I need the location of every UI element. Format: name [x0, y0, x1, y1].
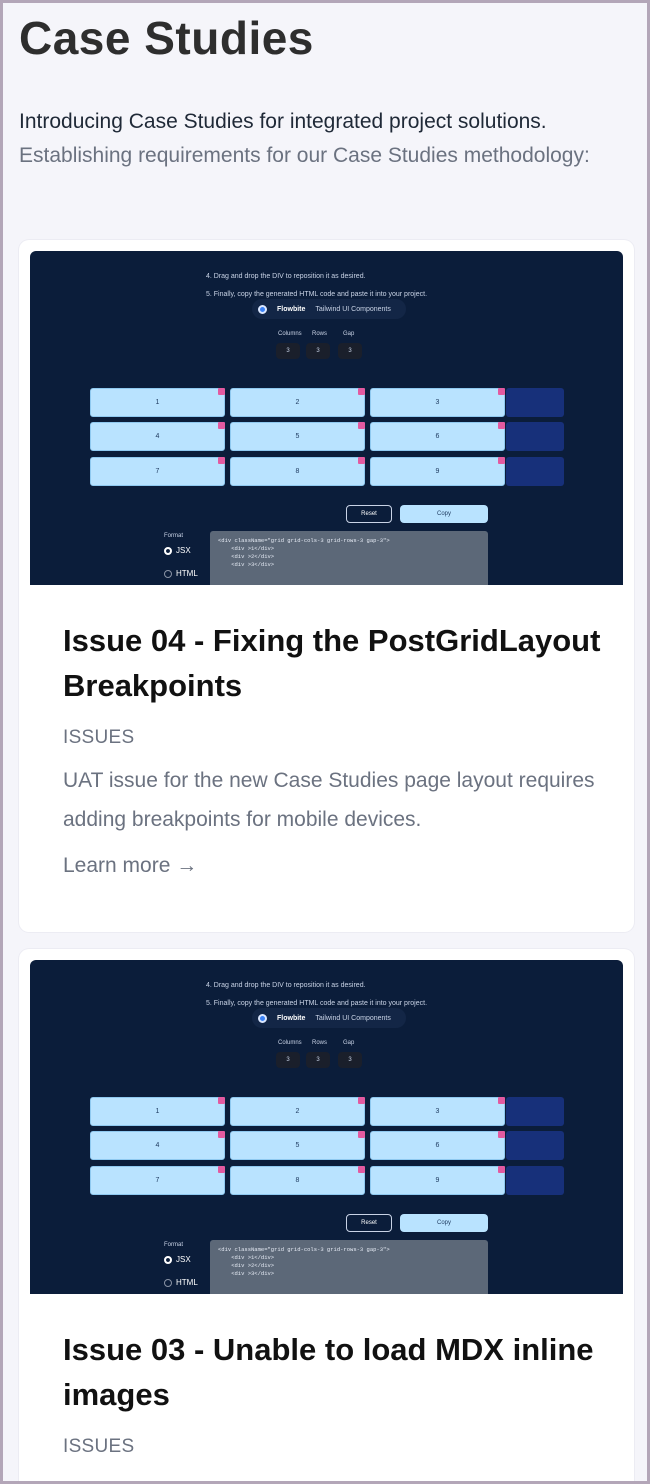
format-jsx-radio: JSX [164, 1255, 191, 1264]
grid-cell: 7 [90, 457, 225, 486]
gap-value: 3 [338, 343, 362, 359]
thumbnail-toggle: Flowbite Tailwind UI Components [252, 1008, 406, 1028]
toggle-alt-label: Tailwind UI Components [315, 305, 391, 313]
grid-cell: 8 [230, 1166, 365, 1195]
post-title[interactable]: Issue 03 - Unable to load MDX inline ima… [63, 1327, 603, 1417]
radio-dot-icon [258, 1013, 267, 1023]
grid-cell: 3 [370, 388, 505, 417]
intro-lead: Introducing Case Studies for integrated … [19, 110, 547, 133]
page-frame: Case Studies Introducing Case Studies fo… [0, 0, 650, 1484]
post-category: ISSUES [63, 727, 135, 748]
remove-icon [358, 388, 365, 395]
radio-empty-icon [164, 569, 172, 578]
grid-cell: 6 [370, 422, 505, 451]
remove-icon [498, 457, 505, 464]
grid-ghost [506, 422, 564, 451]
grid-ghost [506, 1131, 564, 1160]
rows-value: 3 [306, 1052, 330, 1068]
columns-value: 3 [276, 343, 300, 359]
grid-cell: 2 [230, 388, 365, 417]
remove-icon [498, 388, 505, 395]
grid-cell: 9 [370, 457, 505, 486]
grid-cell: 4 [90, 422, 225, 451]
radio-empty-icon [164, 1278, 172, 1287]
grid-cell: 2 [230, 1097, 365, 1126]
grid-cell: 1 [90, 388, 225, 417]
post-title[interactable]: Issue 04 - Fixing the PostGridLayout Bre… [63, 618, 603, 708]
post-thumbnail[interactable]: 4. Drag and drop the DIV to reposition i… [30, 251, 623, 585]
thumbnail-reset-button: Reset [346, 505, 392, 523]
format-label: Format [164, 533, 184, 539]
format-html-radio: HTML [164, 1278, 198, 1287]
grid-ghost [506, 1097, 564, 1126]
post-thumbnail[interactable]: 4. Drag and drop the DIV to reposition i… [30, 960, 623, 1294]
thumbnail-reset-button: Reset [346, 1214, 392, 1232]
format-jsx-radio: JSX [164, 546, 191, 555]
grid-cell: 5 [230, 1131, 365, 1160]
grid-ghost [506, 1166, 564, 1195]
remove-icon [218, 388, 225, 395]
remove-icon [498, 1166, 505, 1173]
rows-value: 3 [306, 343, 330, 359]
grid-cell: 7 [90, 1166, 225, 1195]
thumbnail-step-4: 4. Drag and drop the DIV to reposition i… [206, 273, 366, 280]
toggle-active-label: Flowbite [277, 1014, 306, 1022]
label-rows: Rows [312, 331, 328, 337]
learn-more-link[interactable]: Learn more → [63, 854, 197, 878]
radio-dot-icon [258, 304, 267, 314]
label-columns: Columns [278, 1040, 302, 1046]
columns-value: 3 [276, 1052, 300, 1068]
grid-cell: 1 [90, 1097, 225, 1126]
remove-icon [218, 1131, 225, 1138]
label-gap: Gap [343, 1040, 355, 1046]
label-columns: Columns [278, 331, 302, 337]
remove-icon [218, 422, 225, 429]
grid-cell: 6 [370, 1131, 505, 1160]
thumbnail-copy-button: Copy [400, 505, 488, 523]
grid-ghost [506, 388, 564, 417]
gap-value: 3 [338, 1052, 362, 1068]
thumbnail-toggle: Flowbite Tailwind UI Components [252, 299, 406, 319]
format-html-radio: HTML [164, 569, 198, 578]
remove-icon [218, 1097, 225, 1104]
remove-icon [358, 1166, 365, 1173]
grid-cell: 8 [230, 457, 365, 486]
format-label: Format [164, 1242, 184, 1248]
remove-icon [218, 457, 225, 464]
grid-cell: 4 [90, 1131, 225, 1160]
code-preview: <div className="grid grid-cols-3 grid-ro… [210, 1240, 488, 1294]
toggle-active-label: Flowbite [277, 305, 306, 313]
thumbnail-step-5: 5. Finally, copy the generated HTML code… [206, 1000, 428, 1007]
remove-icon [358, 1131, 365, 1138]
grid-ghost [506, 457, 564, 486]
remove-icon [218, 1166, 225, 1173]
remove-icon [358, 457, 365, 464]
radio-selected-icon [164, 546, 172, 555]
post-category: ISSUES [63, 1436, 135, 1457]
grid-cell: 5 [230, 422, 365, 451]
code-preview: <div className="grid grid-cols-3 grid-ro… [210, 531, 488, 585]
thumbnail-step-5: 5. Finally, copy the generated HTML code… [206, 291, 428, 298]
toggle-alt-label: Tailwind UI Components [315, 1014, 391, 1022]
intro-text: Introducing Case Studies for integrated … [19, 105, 634, 173]
radio-selected-icon [164, 1255, 172, 1264]
remove-icon [358, 1097, 365, 1104]
remove-icon [358, 422, 365, 429]
label-gap: Gap [343, 331, 355, 337]
grid-cell: 9 [370, 1166, 505, 1195]
post-card[interactable]: 4. Drag and drop the DIV to reposition i… [19, 240, 634, 932]
intro-muted: Establishing requirements for our Case S… [19, 144, 590, 167]
post-card[interactable]: 4. Drag and drop the DIV to reposition i… [19, 949, 634, 1481]
grid-cell: 3 [370, 1097, 505, 1126]
label-rows: Rows [312, 1040, 328, 1046]
thumbnail-copy-button: Copy [400, 1214, 488, 1232]
thumbnail-step-4: 4. Drag and drop the DIV to reposition i… [206, 982, 366, 989]
remove-icon [498, 1097, 505, 1104]
remove-icon [498, 1131, 505, 1138]
page-title: Case Studies [19, 12, 314, 64]
post-description: UAT issue for the new Case Studies page … [63, 769, 595, 831]
remove-icon [498, 422, 505, 429]
